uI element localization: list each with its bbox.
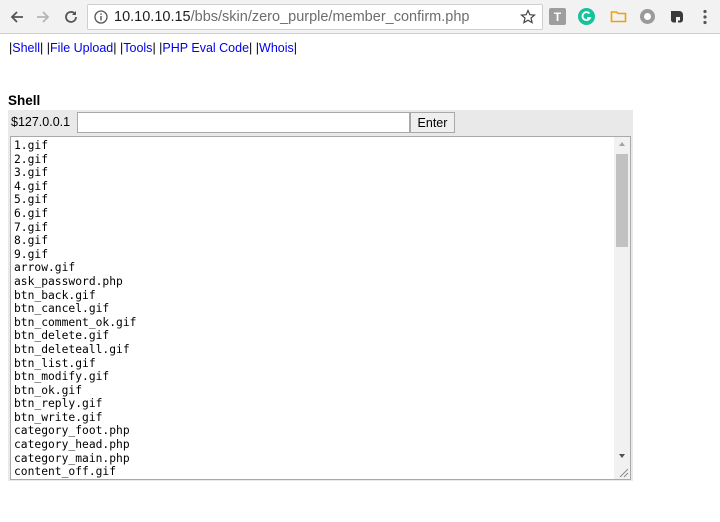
file-list-item: category_head.php <box>14 438 130 452</box>
folder-extension-button[interactable] <box>610 8 627 25</box>
file-list-item: category_foot.php <box>14 424 130 438</box>
file-list-item: 1.gif <box>14 139 49 152</box>
nav-link-whois[interactable]: Whois <box>259 41 294 55</box>
url-text[interactable]: 10.10.10.15/bbs/skin/zero_purple/member_… <box>114 9 469 25</box>
folder-icon <box>610 11 627 23</box>
back-button[interactable] <box>5 5 29 29</box>
file-listing: 1.gif 2.gif 3.gif 4.gif 5.gif 6.gif 7.gif 8.gif… <box>11 137 630 479</box>
shell-output-textarea[interactable]: 1.gif 2.gif 3.gif 4.gif 5.gif 6.gif 7.gif 8.gif… <box>10 136 631 480</box>
reload-button[interactable] <box>59 5 83 29</box>
vertical-scrollbar[interactable] <box>614 137 630 463</box>
nav-separator: | <box>249 41 253 55</box>
nav-link-php-eval-code[interactable]: PHP Eval Code <box>162 41 249 55</box>
file-list-item: btn_cancel.gif <box>14 302 110 316</box>
file-list-item: 7.gif <box>14 220 49 234</box>
shell-prompt: $127.0.0.1 <box>11 115 71 129</box>
circle-icon <box>640 9 655 24</box>
file-list-item: 3.gif <box>14 166 49 180</box>
scrollbar-thumb[interactable] <box>616 154 628 247</box>
nav-link-shell[interactable]: Shell <box>12 41 40 55</box>
file-list-item: btn_ok.gif <box>14 383 83 397</box>
file-list-item: content_off.gif <box>14 465 117 479</box>
file-list-item: 6.gif <box>14 206 49 220</box>
menu-icon[interactable] <box>702 9 708 25</box>
file-list-item: ask_password.php <box>14 274 123 288</box>
file-list-item: btn_reply.gif <box>14 397 103 411</box>
nav-separator: | <box>113 41 117 55</box>
circle-extension-button[interactable] <box>639 8 656 25</box>
file-list-item: arrow.gif <box>14 261 76 275</box>
t-extension-icon: T <box>549 8 566 25</box>
nav-link-file-upload[interactable]: File Upload <box>50 41 113 55</box>
url-path: /bbs/skin/zero_purple/member_confirm.php <box>190 9 470 25</box>
nav-separator: | <box>293 41 298 55</box>
forward-arrow-icon <box>37 11 50 23</box>
file-list-item: btn_deleteall.gif <box>14 342 130 356</box>
file-list-item: btn_comment_ok.gif <box>14 315 137 329</box>
t-extension-label: T <box>554 10 562 24</box>
browser-toolbar: 10.10.10.15/bbs/skin/zero_purple/member_… <box>0 0 720 34</box>
file-list-item: btn_write.gif <box>14 410 103 424</box>
shell-heading: Shell <box>8 93 41 108</box>
file-list-item: btn_delete.gif <box>14 329 110 343</box>
grammarly-button[interactable] <box>578 8 595 25</box>
star-icon[interactable] <box>520 9 536 25</box>
command-input[interactable] <box>77 112 410 133</box>
file-list-item: btn_back.gif <box>14 288 96 302</box>
url-host: 10.10.10.15 <box>114 9 191 25</box>
grammarly-icon <box>578 8 595 25</box>
scroll-down-arrow-icon[interactable] <box>614 449 630 463</box>
evernote-icon <box>671 11 683 23</box>
info-icon[interactable] <box>94 10 108 24</box>
file-list-item: btn_modify.gif <box>14 370 110 384</box>
file-list-item: category_main.php <box>14 451 130 465</box>
forward-button[interactable] <box>31 5 55 29</box>
enter-button[interactable]: Enter <box>410 112 455 133</box>
file-list-item: btn_list.gif <box>14 356 96 370</box>
extension-t-button[interactable]: T <box>549 8 566 25</box>
address-bar[interactable]: 10.10.10.15/bbs/skin/zero_purple/member_… <box>87 4 543 30</box>
file-list-item: 2.gif <box>14 152 49 166</box>
shell-nav-links: |Shell| |File Upload| |Tools| |PHP Eval … <box>9 41 297 55</box>
reload-icon <box>65 11 77 23</box>
scroll-up-arrow-icon[interactable] <box>614 137 630 151</box>
nav-link-tools[interactable]: Tools <box>123 41 152 55</box>
resize-grip[interactable] <box>614 463 630 479</box>
nav-separator: | <box>152 41 156 55</box>
file-list-item: 4.gif <box>14 179 49 193</box>
shell-panel: $127.0.0.1 Enter 1.gif 2.gif 3.gif 4.gif 5.g… <box>8 110 633 481</box>
evernote-button[interactable] <box>669 8 686 25</box>
resize-grip-icon <box>619 468 629 478</box>
file-list-item: 8.gif <box>14 234 49 248</box>
file-list-item: 5.gif <box>14 193 49 207</box>
file-list-item: 9.gif <box>14 247 49 261</box>
nav-separator: | <box>40 41 44 55</box>
back-arrow-icon <box>10 11 23 23</box>
